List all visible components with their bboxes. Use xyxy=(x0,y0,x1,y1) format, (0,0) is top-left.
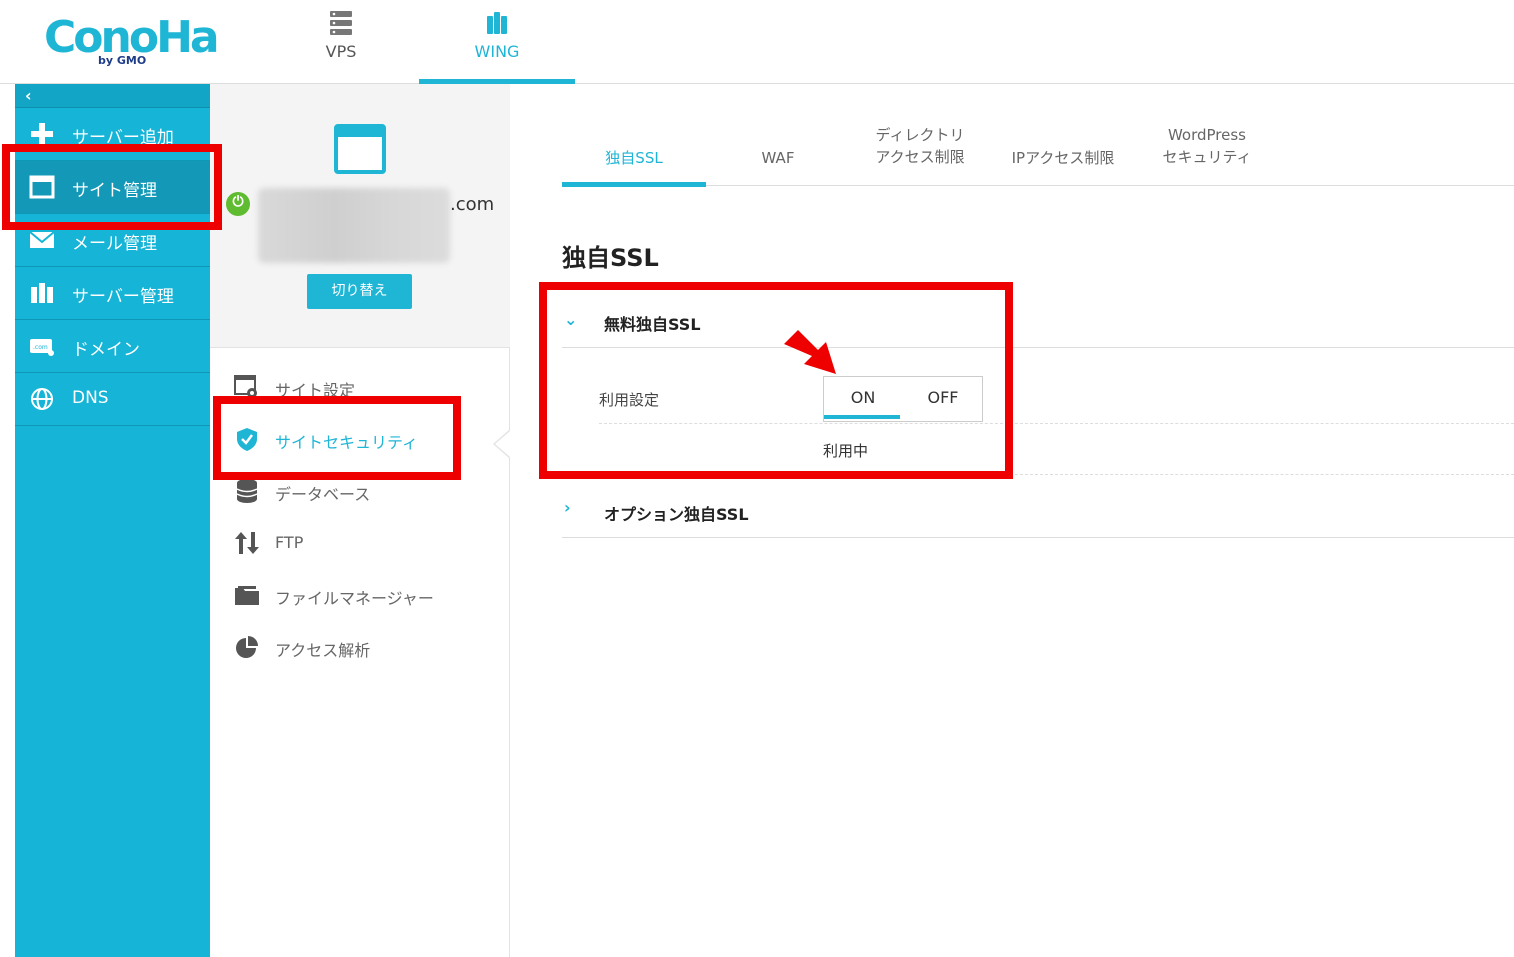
top-header: ConoHa by GMO VPS WING xyxy=(0,0,1514,84)
sidebar-item-label: DNS xyxy=(72,388,109,408)
menu-item-ftp[interactable]: FTP xyxy=(210,518,510,570)
transfer-arrows-icon xyxy=(235,532,259,554)
tab-label: 独自SSL xyxy=(605,149,663,167)
tab-wordpress-security[interactable]: WordPress セキュリティ xyxy=(1135,112,1279,186)
option-ssl-accordion-header[interactable]: › オプション独自SSL xyxy=(562,486,1514,538)
tab-label-line2: アクセス制限 xyxy=(875,148,965,166)
pie-chart-icon xyxy=(236,636,258,658)
menu-item-access-analytics[interactable]: アクセス解析 xyxy=(210,622,510,674)
menu-item-label: アクセス解析 xyxy=(275,641,371,660)
tab-label-line1: WordPress xyxy=(1167,126,1247,144)
folder-icon xyxy=(235,586,259,605)
tab-ip-access[interactable]: IPアクセス制限 xyxy=(991,112,1135,186)
tab-waf[interactable]: WAF xyxy=(706,112,850,186)
sidebar-item-dns[interactable]: DNS xyxy=(15,373,210,426)
active-item-pointer-fill xyxy=(495,431,510,457)
tab-directory-access[interactable]: ディレクトリ アクセス制限 xyxy=(848,112,992,186)
logo-by-text: by GMO xyxy=(98,54,147,67)
tab-active-underline xyxy=(562,182,706,187)
tab-label: WAF xyxy=(761,149,795,167)
menu-item-label: データベース xyxy=(275,485,371,504)
svg-text:.com: .com xyxy=(33,344,48,351)
menu-item-label: ファイルマネージャー xyxy=(275,589,434,608)
server-manage-icon xyxy=(31,283,53,303)
conoha-logo[interactable]: ConoHa by GMO xyxy=(44,10,220,70)
sidebar-item-label: メール管理 xyxy=(72,234,157,254)
power-icon: ⏻ xyxy=(226,192,250,216)
security-tabs: 独自SSL WAF ディレクトリ アクセス制限 IPアクセス制限 WordPre… xyxy=(562,112,1514,187)
chevron-right-icon: › xyxy=(564,498,571,517)
domain-name-blurred xyxy=(258,188,450,263)
site-panel: ⏻ .com 切り替え サイト設定 サイトセキュリティ データベース FTP フ… xyxy=(210,84,510,957)
domain-icon: .com xyxy=(30,339,54,356)
plus-icon xyxy=(31,123,53,145)
chevron-left-icon: ‹ xyxy=(25,86,32,105)
server-icon xyxy=(330,11,352,35)
option-ssl-title: オプション独自SSL xyxy=(604,505,749,524)
wing-server-icon xyxy=(487,12,507,34)
annotation-box-site-security xyxy=(213,396,461,480)
tab-wing[interactable]: WING xyxy=(419,0,575,84)
menu-item-label: FTP xyxy=(275,533,304,552)
sidebar-item-label: サーバー管理 xyxy=(72,287,174,307)
domain-suffix: .com xyxy=(450,194,495,215)
menu-item-file-manager[interactable]: ファイルマネージャー xyxy=(210,570,510,622)
site-window-icon xyxy=(334,124,386,174)
annotation-box-free-ssl xyxy=(539,282,1013,479)
mail-icon xyxy=(29,231,55,248)
annotation-box-site-management xyxy=(2,144,222,230)
tab-wing-label: WING xyxy=(474,42,520,61)
tab-label: IPアクセス制限 xyxy=(1011,149,1115,167)
sidebar-collapse-button[interactable]: ‹ xyxy=(15,84,210,108)
tab-custom-ssl[interactable]: 独自SSL xyxy=(562,112,706,187)
switch-site-button[interactable]: 切り替え xyxy=(307,274,412,309)
tab-vps[interactable]: VPS xyxy=(263,0,419,84)
globe-icon xyxy=(31,388,53,410)
sidebar-item-label: ドメイン xyxy=(72,340,140,360)
tab-label-line1: ディレクトリ xyxy=(875,126,965,144)
sidebar-item-server-management[interactable]: サーバー管理 xyxy=(15,267,210,320)
site-card: ⏻ .com 切り替え xyxy=(210,84,510,348)
tab-label-line2: セキュリティ xyxy=(1162,148,1252,166)
tab-vps-label: VPS xyxy=(325,42,357,61)
sidebar-item-domain[interactable]: .com ドメイン xyxy=(15,320,210,373)
section-title: 独自SSL xyxy=(562,244,659,272)
annotation-arrow-icon xyxy=(784,330,836,374)
database-icon xyxy=(236,479,258,503)
